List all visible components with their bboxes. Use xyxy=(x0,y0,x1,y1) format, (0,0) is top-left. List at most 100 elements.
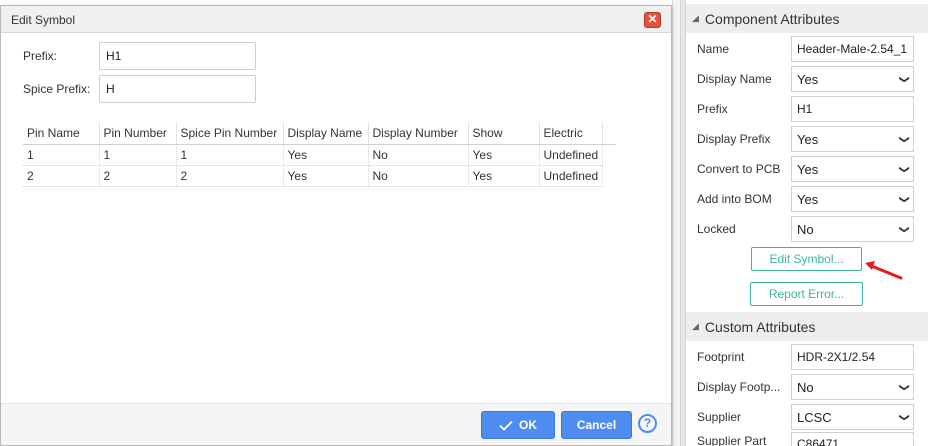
supplier-part-input[interactable]: C86471 xyxy=(791,432,914,446)
footprint-input[interactable]: HDR-2X1/2.54 xyxy=(791,344,914,370)
display-prefix-row: Display Prefix Yes ❯ xyxy=(697,126,925,152)
check-icon xyxy=(499,420,513,431)
column-header[interactable]: Pin Name xyxy=(23,122,100,145)
section-title: Custom Attributes xyxy=(704,318,816,335)
component-attributes-header[interactable]: ◢ Component Attributes xyxy=(686,4,928,33)
footprint-label: Footprint xyxy=(697,350,745,364)
report-error-button[interactable]: Report Error... xyxy=(750,282,863,306)
table-cell[interactable]: Yes xyxy=(283,165,369,187)
chevron-down-icon: ❯ xyxy=(898,74,910,84)
annotation-arrow-icon xyxy=(865,261,903,280)
select-value: No xyxy=(797,221,814,237)
footprint-row: Footprint HDR-2X1/2.54 xyxy=(697,344,925,370)
convert-to-pcb-row: Convert to PCB Yes ❯ xyxy=(697,156,925,182)
table-cell[interactable]: Undefined xyxy=(539,165,604,187)
table-cell[interactable]: 2 xyxy=(23,165,100,187)
select-value: LCSC xyxy=(797,409,832,425)
display-footprint-select[interactable]: No ❯ xyxy=(791,374,914,400)
pin-table-header: Pin Name Pin Number Spice Pin Number Dis… xyxy=(23,122,616,145)
prefix-input[interactable] xyxy=(99,42,256,70)
select-value: Yes xyxy=(797,71,819,87)
prefix-input[interactable]: H1 xyxy=(791,96,914,122)
name-input[interactable]: Header-Male-2.54_1 xyxy=(791,36,914,62)
display-name-row: Display Name Yes ❯ xyxy=(697,66,925,92)
display-footprint-label: Display Footp... xyxy=(697,380,781,394)
close-icon[interactable]: ✕ xyxy=(644,12,661,28)
add-into-bom-select[interactable]: Yes ❯ xyxy=(791,186,914,212)
edit-symbol-dialog: Edit Symbol ✕ Prefix: Spice Prefix: Pin … xyxy=(0,5,672,446)
locked-select[interactable]: No ❯ xyxy=(791,216,914,242)
display-prefix-select[interactable]: Yes ❯ xyxy=(791,126,914,152)
supplier-row: Supplier LCSC ❯ xyxy=(697,404,925,430)
table-cell[interactable]: 1 xyxy=(99,144,177,166)
section-title: Component Attributes xyxy=(704,10,840,27)
add-into-bom-label: Add into BOM xyxy=(697,192,772,206)
display-name-label: Display Name xyxy=(697,72,772,86)
collapse-triangle-icon: ◢ xyxy=(692,13,699,23)
pin-table: Pin Name Pin Number Spice Pin Number Dis… xyxy=(23,122,616,187)
cancel-button[interactable]: Cancel xyxy=(561,411,632,439)
table-cell[interactable]: Yes xyxy=(468,144,540,166)
ok-button[interactable]: OK xyxy=(481,411,555,439)
table-cell[interactable]: 2 xyxy=(99,165,177,187)
collapse-triangle-icon: ◢ xyxy=(692,321,699,331)
edit-symbol-button[interactable]: Edit Symbol... xyxy=(751,247,862,271)
table-cell[interactable]: Undefined xyxy=(539,144,604,166)
display-prefix-label: Display Prefix xyxy=(697,132,771,146)
table-cell[interactable]: 1 xyxy=(176,144,284,166)
cancel-label: Cancel xyxy=(576,418,617,432)
name-label: Name xyxy=(697,42,730,56)
locked-label: Locked xyxy=(697,222,736,236)
table-cell[interactable]: Yes xyxy=(283,144,369,166)
select-value: No xyxy=(797,379,814,395)
table-spacer xyxy=(603,144,616,165)
name-row: Name Header-Male-2.54_1 xyxy=(697,36,925,62)
chevron-down-icon: ❯ xyxy=(898,412,910,422)
prefix-row: Prefix: xyxy=(23,42,256,70)
supplier-part-label: Supplier Part xyxy=(697,434,767,446)
table-cell[interactable]: No xyxy=(368,165,469,187)
column-header[interactable]: Display Number xyxy=(368,122,469,145)
add-into-bom-row: Add into BOM Yes ❯ xyxy=(697,186,925,212)
select-value: Yes xyxy=(797,131,819,147)
chevron-down-icon: ❯ xyxy=(898,134,910,144)
ok-label: OK xyxy=(519,418,537,432)
convert-to-pcb-label: Convert to PCB xyxy=(697,162,781,176)
spice-prefix-input[interactable] xyxy=(99,75,256,103)
table-cell[interactable]: 1 xyxy=(23,144,100,166)
display-footprint-row: Display Footp... No ❯ xyxy=(697,374,925,400)
supplier-label: Supplier xyxy=(697,410,742,424)
supplier-select[interactable]: LCSC ❯ xyxy=(791,404,914,430)
dialog-title-bar[interactable]: Edit Symbol ✕ xyxy=(1,6,671,33)
supplier-part-row: Supplier Part C86471 xyxy=(697,432,925,446)
attributes-panel: ◢ Component Attributes Name Header-Male-… xyxy=(686,0,928,446)
select-value: Yes xyxy=(797,191,819,207)
column-header[interactable]: Pin Number xyxy=(99,122,177,145)
table-row[interactable]: 1 1 1 Yes No Yes Undefined xyxy=(23,144,616,166)
table-cell[interactable]: No xyxy=(368,144,469,166)
chevron-down-icon: ❯ xyxy=(898,382,910,392)
canvas-scrollbar[interactable] xyxy=(672,0,680,446)
help-icon[interactable]: ? xyxy=(638,414,657,433)
chevron-down-icon: ❯ xyxy=(898,224,910,234)
table-cell[interactable]: 2 xyxy=(176,165,284,187)
prefix-row: Prefix H1 xyxy=(697,96,925,122)
column-header[interactable]: Show xyxy=(468,122,540,145)
select-value: Yes xyxy=(797,161,819,177)
prefix-label: Prefix: xyxy=(23,49,58,63)
spice-prefix-label: Spice Prefix: xyxy=(23,82,91,96)
column-header[interactable]: Electric xyxy=(539,122,604,145)
dialog-footer: OK Cancel ? xyxy=(1,403,671,445)
display-name-select[interactable]: Yes ❯ xyxy=(791,66,914,92)
chevron-down-icon: ❯ xyxy=(898,194,910,204)
table-row[interactable]: 2 2 2 Yes No Yes Undefined xyxy=(23,165,616,187)
dialog-title: Edit Symbol xyxy=(11,13,76,27)
table-spacer xyxy=(603,165,616,186)
locked-row: Locked No ❯ xyxy=(697,216,925,242)
column-header[interactable]: Spice Pin Number xyxy=(176,122,284,145)
column-header[interactable]: Display Name xyxy=(283,122,369,145)
spice-prefix-row: Spice Prefix: xyxy=(23,75,256,103)
table-cell[interactable]: Yes xyxy=(468,165,540,187)
convert-to-pcb-select[interactable]: Yes ❯ xyxy=(791,156,914,182)
custom-attributes-header[interactable]: ◢ Custom Attributes xyxy=(686,312,928,341)
